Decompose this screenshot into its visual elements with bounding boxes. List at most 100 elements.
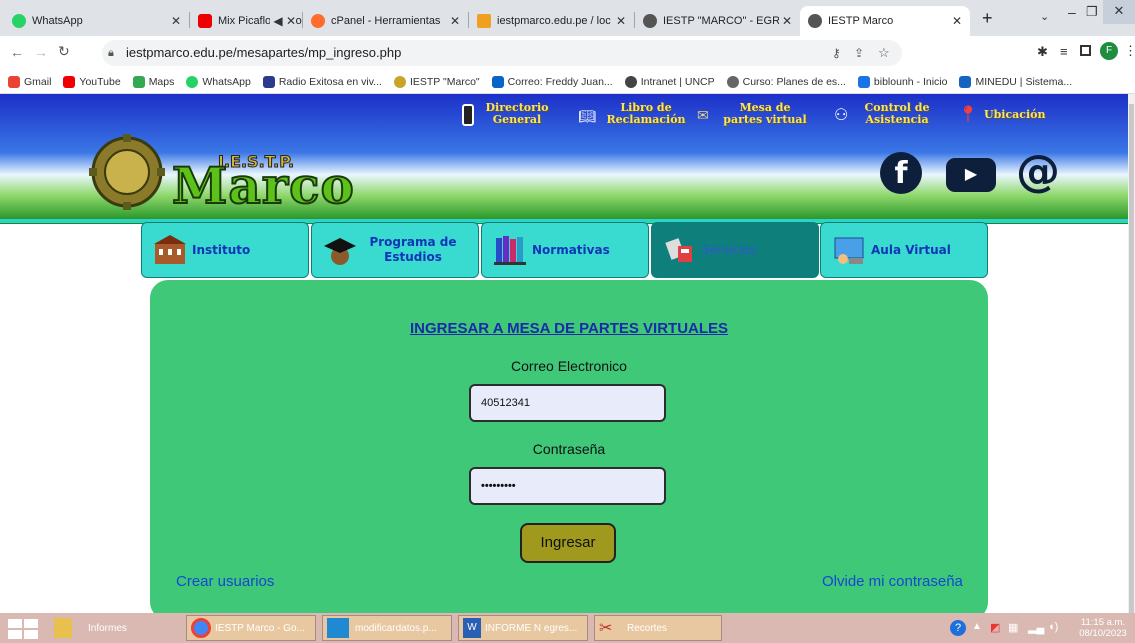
extensions-icon[interactable]: ✱ [1037,44,1048,60]
nav-servicios[interactable]: Servicios [651,222,819,278]
login-panel: INGRESAR A MESA DE PARTES VIRTUALES Corr… [150,280,988,620]
clock[interactable]: 11:15 a.m. 08/10/2023 [1074,617,1132,639]
volume-icon[interactable]: ◖) [1048,621,1058,633]
link-control-asistencia[interactable]: Control de Asistencia [858,102,936,126]
tab-search-icon[interactable]: ⌄ [1040,10,1049,23]
close-icon[interactable]: ✕ [952,14,962,28]
bookmark-biblounh[interactable]: biblounh - Inicio [857,75,947,88]
close-icon[interactable]: ✕ [612,14,626,28]
forgot-password-link[interactable]: Olvide mi contraseña [822,573,963,590]
bookmark-correo[interactable]: Correo: Freddy Juan... [491,75,613,88]
reload-icon[interactable]: ↻ [58,43,70,60]
nav-instituto[interactable]: Instituto [141,222,309,278]
side-panel-icon[interactable] [1080,45,1091,56]
create-user-link[interactable]: Crear usuarios [176,573,274,590]
bookmarks-bar: Gmail YouTube Maps WhatsApp Radio Exitos… [0,70,1135,94]
services-icon [665,238,692,262]
maximize-button[interactable]: ❐ [1086,4,1098,20]
books-icon [494,236,526,265]
email-icon[interactable]: @ [1016,146,1060,197]
help-icon[interactable]: ? [950,620,966,636]
tab-label: cPanel - Herramientas [331,15,441,27]
bookmark-youtube[interactable]: YouTube [63,75,121,88]
bookmark-iestp[interactable]: IESTP "Marco" [393,75,480,88]
bookmark-maps[interactable]: Maps [132,75,174,88]
start-button[interactable] [8,619,38,639]
chrome-icon [191,618,211,638]
network-icon[interactable]: ▦ [1008,621,1018,634]
key-icon[interactable]: ⚷ [832,40,841,66]
map-pin-icon: 📍︎ [958,106,979,123]
nav-programa-estudios[interactable]: Programa de Estudios [311,222,479,278]
tab-whatsapp[interactable]: WhatsApp ✕ [4,6,189,36]
close-icon[interactable]: ◀ ✕ [270,14,296,28]
bookmark-intranet[interactable]: Intranet | UNCP [624,75,715,88]
login-button[interactable]: Ingresar [520,523,616,563]
tab-phpmyadmin[interactable]: iestpmarco.edu.pe / loc ✕ [469,6,634,36]
link-ubicacion[interactable]: Ubicación [984,109,1046,121]
taskbar-item-recortes[interactable]: ✂ Recortes [594,615,722,641]
book-icon: 📖︎ [578,108,596,124]
close-icon[interactable]: ✕ [171,14,181,28]
window-close-button[interactable]: ✕ [1103,0,1135,24]
nav-normativas[interactable]: Normativas [481,222,649,278]
tab-youtube[interactable]: Mix Picaflor de los ◀ ✕ [190,6,302,36]
close-icon[interactable]: ✕ [778,14,792,28]
bookmark-gmail[interactable]: Gmail [8,75,51,88]
star-icon[interactable]: ☆ [878,40,890,66]
site-header: I.E.S.T.P. Marco Directorio General 📖︎ Li… [0,94,1128,224]
nav-aula-virtual[interactable]: Aula Virtual [820,222,988,278]
tab-label: iestpmarco.edu.pe / loc [497,15,611,27]
folder-icon [54,618,72,638]
profile-avatar[interactable]: F [1100,42,1118,60]
page-scrollbar[interactable] [1128,94,1135,624]
globe-icon [643,14,657,28]
facebook-icon[interactable]: f [880,152,922,194]
logo-title: Marco [171,155,355,216]
link-directorio[interactable]: Directorio General [484,102,550,126]
browser-tab-bar: WhatsApp ✕ Mix Picaflor de los ◀ ✕ cPane… [0,0,1135,36]
phone-icon [462,104,474,126]
link-mesa-partes[interactable]: Mesa de partes virtual [716,102,814,126]
lock-icon: 🔒︎ [108,47,114,59]
new-tab-button[interactable]: + [982,8,993,29]
youtube-icon[interactable]: ▶ [946,158,996,192]
antivirus-icon[interactable]: ◩ [990,621,1000,634]
taskbar-item-vscode[interactable]: modificardatos.p... [322,615,452,641]
signal-icon[interactable]: ▂▄ [1028,621,1044,634]
scissors-icon: ✂ [599,620,613,637]
bookmark-radio[interactable]: Radio Exitosa en viv... [262,75,382,88]
tab-label: IESTP Marco [828,15,894,27]
close-icon[interactable]: ✕ [446,14,460,28]
bookmark-curso[interactable]: Curso: Planes de es... [726,75,846,88]
taskbar-item-word[interactable]: W INFORME N egres... [458,615,588,641]
share-icon[interactable]: ⇪ [854,40,864,66]
cpanel-icon [311,14,325,28]
reading-list-icon[interactable]: ≡ [1060,44,1068,59]
menu-icon[interactable]: ⋮ [1124,43,1135,59]
password-field[interactable]: ••••••••• [469,467,666,505]
taskbar-item-chrome[interactable]: IESTP Marco - Go... [186,615,316,641]
tab-cpanel[interactable]: cPanel - Herramientas ✕ [303,6,468,36]
url-text: iestpmarco.edu.pe/mesapartes/mp_ingreso.… [126,45,402,60]
attendance-icon: ⚇ [834,107,849,124]
link-libro-reclamacion[interactable]: Libro de Reclamación [604,102,688,126]
back-icon[interactable]: ← [10,44,24,60]
tab-label: WhatsApp [32,15,83,27]
building-icon [154,235,186,264]
email-field[interactable]: 40512341 [469,384,666,422]
classroom-icon [834,237,864,264]
tab-label: IESTP "MARCO" - EGRE [663,15,788,27]
bookmark-minedu[interactable]: MINEDU | Sistema... [959,75,1072,88]
url-field[interactable]: 🔒︎ iestpmarco.edu.pe/mesapartes/mp_ingre… [102,40,902,66]
page-title: INGRESAR A MESA DE PARTES VIRTUALES [409,320,729,337]
phpmyadmin-icon [477,14,491,28]
globe-icon [808,14,822,28]
forward-icon[interactable]: → [34,44,48,60]
tab-egresados[interactable]: IESTP "MARCO" - EGRE ✕ [635,6,800,36]
tray-expand-icon[interactable]: ▲ [972,621,982,632]
minimize-button[interactable]: – [1068,4,1076,20]
bookmark-whatsapp[interactable]: WhatsApp [186,75,251,88]
taskbar-item-informes[interactable]: Informes [50,615,180,641]
tab-iestp-marco[interactable]: IESTP Marco ✕ [800,6,970,36]
